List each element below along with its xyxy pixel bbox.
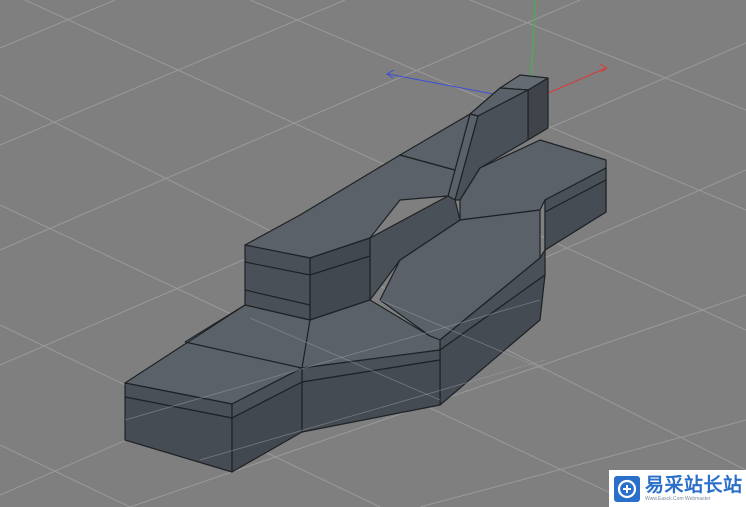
3d-viewport[interactable]: 易采站长站 Www.Easck.Com Webmaster [0, 0, 746, 507]
viewport-scene[interactable] [0, 0, 746, 507]
watermark-subtitle: Www.Easck.Com Webmaster [645, 495, 711, 502]
watermark-title: 易采站长站 [645, 473, 743, 496]
watermark-banner: 易采站长站 Www.Easck.Com Webmaster [609, 470, 746, 507]
easck-logo-icon [614, 475, 640, 502]
watermark-text: 易采站长站 Www.Easck.Com Webmaster [645, 473, 743, 502]
